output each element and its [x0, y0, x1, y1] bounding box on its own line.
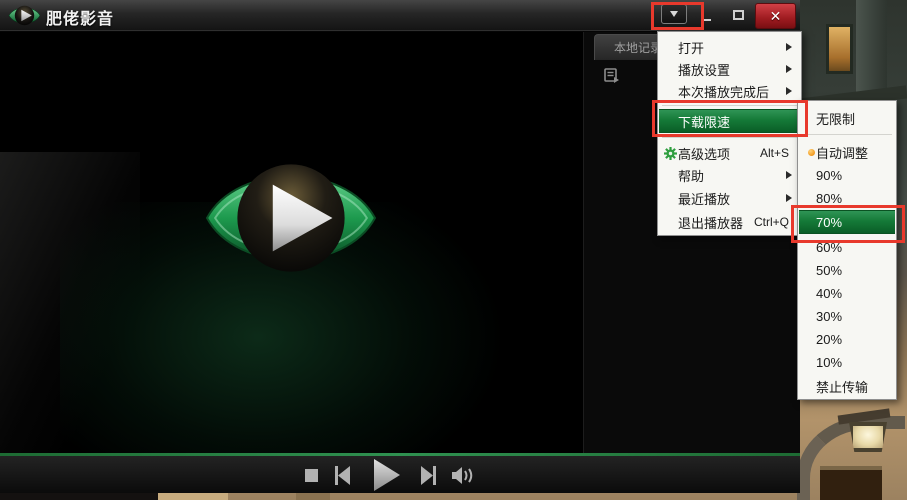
submenu-item-20[interactable]: 20%	[799, 328, 895, 350]
submenu-item-label: 30%	[816, 309, 842, 324]
main-menu-panel: 打开 播放设置 本次播放完成后 下载限速	[657, 31, 802, 236]
submenu-item-40[interactable]: 40%	[799, 282, 895, 304]
menu-item-advanced-options[interactable]: 高级选项 Alt+S	[659, 142, 800, 164]
play-button[interactable]	[374, 459, 400, 491]
wallpaper-doorway	[820, 466, 882, 500]
menu-shortcut: Ctrl+Q	[754, 215, 789, 229]
submenu-item-label: 90%	[816, 168, 842, 183]
menu-item-label: 帮助	[678, 166, 704, 185]
maximize-button[interactable]	[727, 4, 749, 26]
main-menu-dropdown-button[interactable]	[661, 4, 687, 24]
close-button[interactable]: ✕	[755, 3, 796, 29]
submenu-item-label: 20%	[816, 332, 842, 347]
submenu-item-label: 自动调整	[816, 143, 868, 162]
tab-label: 本地记录	[614, 39, 662, 56]
menu-item-download-limit[interactable]: 下载限速	[659, 109, 800, 133]
submenu-item-auto-adjust[interactable]: 自动调整	[799, 141, 895, 163]
close-icon: ✕	[770, 8, 782, 25]
submenu-item-label: 禁止传输	[816, 377, 868, 396]
menu-item-label: 播放设置	[678, 60, 730, 79]
minimize-icon	[701, 19, 711, 21]
menu-item-label: 下载限速	[678, 112, 730, 131]
menu-item-playback-settings[interactable]: 播放设置	[659, 58, 800, 80]
desktop: 肥佬影音 ✕	[0, 0, 907, 500]
submenu-item-unlimited[interactable]: 无限制	[799, 107, 895, 129]
menu-separator	[662, 105, 797, 106]
wallpaper-lantern	[849, 422, 887, 452]
app-title: 肥佬影音	[46, 5, 114, 29]
next-button[interactable]	[419, 466, 438, 485]
menu-shortcut: Alt+S	[760, 146, 789, 160]
menu-item-label: 最近播放	[678, 189, 730, 208]
submenu-item-60[interactable]: 60%	[799, 236, 895, 258]
menu-separator	[802, 134, 892, 135]
download-limit-submenu-panel: 无限制 自动调整 90% 80% 70% 60% 50% 40% 30% 20%	[797, 100, 897, 400]
submenu-item-30[interactable]: 30%	[799, 305, 895, 327]
menu-item-help[interactable]: 帮助	[659, 164, 800, 186]
menu-item-label: 退出播放器	[678, 213, 743, 232]
submenu-item-label: 80%	[816, 191, 842, 206]
previous-button[interactable]	[333, 466, 352, 485]
menu-item-label: 高级选项	[678, 144, 730, 163]
submenu-item-label: 50%	[816, 263, 842, 278]
submenu-item-block-transfer[interactable]: 禁止传输	[799, 375, 895, 397]
submenu-item-label: 40%	[816, 286, 842, 301]
submenu-item-10[interactable]: 10%	[799, 351, 895, 373]
submenu-item-50[interactable]: 50%	[799, 259, 895, 281]
menu-item-label: 打开	[678, 38, 704, 57]
menu-item-exit-player[interactable]: 退出播放器 Ctrl+Q	[659, 211, 800, 233]
menu-separator	[662, 137, 797, 138]
maximize-icon	[733, 10, 744, 20]
menu-item-label: 本次播放完成后	[678, 82, 769, 101]
playback-control-bar	[0, 456, 800, 493]
video-display-area	[0, 32, 583, 455]
player-logo-watermark	[205, 150, 377, 286]
wallpaper-lit-window	[826, 24, 853, 74]
volume-button[interactable]	[452, 466, 474, 485]
chevron-down-icon	[670, 11, 678, 17]
submenu-arrow-icon	[786, 43, 792, 51]
submenu-item-70[interactable]: 70%	[799, 210, 895, 234]
submenu-arrow-icon	[786, 87, 792, 95]
submenu-item-label: 10%	[816, 355, 842, 370]
submenu-item-label: 无限制	[816, 109, 855, 128]
title-bar: 肥佬影音 ✕	[0, 0, 800, 31]
selected-marker-icon	[808, 149, 815, 156]
submenu-arrow-icon	[786, 194, 792, 202]
menu-item-open[interactable]: 打开	[659, 36, 800, 58]
submenu-item-label: 70%	[816, 215, 842, 230]
submenu-arrow-icon	[786, 65, 792, 73]
submenu-arrow-icon	[786, 171, 792, 179]
submenu-item-label: 60%	[816, 240, 842, 255]
menu-item-recent-play[interactable]: 最近播放	[659, 187, 800, 209]
playlist-import-icon[interactable]	[604, 68, 620, 84]
gear-icon	[664, 147, 677, 160]
stop-button[interactable]	[305, 469, 318, 482]
menu-item-after-playback[interactable]: 本次播放完成后	[659, 80, 800, 102]
submenu-item-90[interactable]: 90%	[799, 164, 895, 186]
submenu-item-80[interactable]: 80%	[799, 187, 895, 209]
minimize-button[interactable]	[696, 4, 716, 26]
app-logo-icon	[8, 3, 41, 28]
